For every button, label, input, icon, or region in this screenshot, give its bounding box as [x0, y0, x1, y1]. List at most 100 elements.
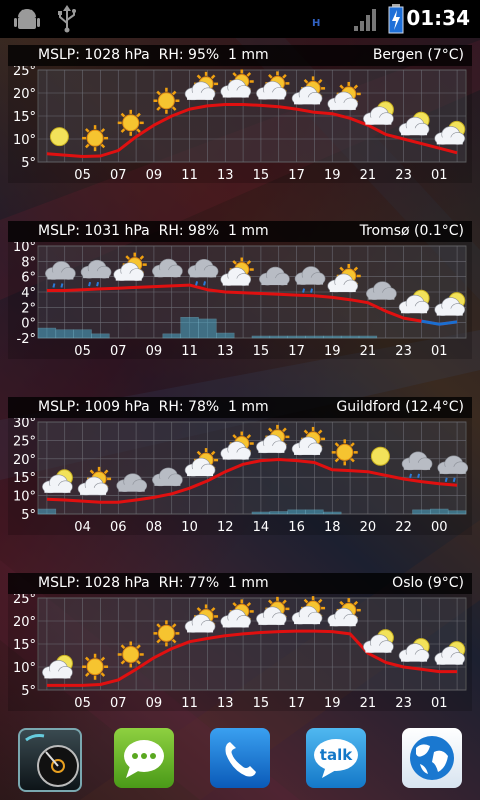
temperature-chart: 30° 25° 20° 15° 10° 5° 04 06 08 10 12 14 16 18 20 22 00 [13, 418, 469, 535]
precipitation-bar [269, 335, 288, 339]
temperature-chart: 25° 20° 15° 10° 5° 05 07 09 11 13 15 17 19 21 23 01 [13, 66, 467, 183]
precipitation-bar [37, 508, 57, 515]
location-label: Tromsø (0.1°C) [359, 223, 464, 239]
x-tick-label: 23 [395, 696, 412, 711]
x-tick-label: 07 [110, 168, 127, 183]
precipitation-bar [162, 333, 181, 339]
location-label: Bergen (7°C) [372, 47, 464, 63]
x-tick-label: 05 [74, 696, 91, 711]
y-tick-label: 30° [13, 418, 36, 431]
y-tick-label: -2° [17, 332, 36, 347]
x-tick-label: 01 [431, 696, 448, 711]
x-tick-label: 09 [146, 344, 163, 359]
moon-weather-icon [370, 446, 390, 466]
browser-app-icon[interactable] [402, 728, 462, 788]
x-tick-label: 06 [110, 520, 127, 535]
x-tick-label: 11 [181, 344, 198, 359]
x-tick-label: 00 [431, 520, 448, 535]
y-tick-label: 25° [13, 66, 36, 79]
x-tick-label: 14 [253, 520, 270, 535]
x-tick-label: 15 [253, 696, 270, 711]
x-tick-label: 21 [360, 344, 377, 359]
precipitation-bar [269, 511, 288, 515]
x-tick-label: 20 [360, 520, 377, 535]
weather-widget-oslo[interactable]: MSLP: 1028 hPa RH: 77% 1 mm Oslo (9°C) 2… [8, 573, 472, 711]
battery-charging-icon [388, 4, 404, 34]
y-tick-label: 20° [13, 615, 36, 630]
x-tick-label: 04 [74, 520, 91, 535]
plot-area [37, 421, 467, 515]
precipitation-bar [198, 318, 217, 339]
talk-app-icon[interactable]: talk [306, 728, 366, 788]
x-tick-label: 19 [324, 344, 341, 359]
precipitation-bar [412, 509, 431, 515]
x-tick-label: 15 [253, 168, 270, 183]
x-tick-label: 18 [324, 520, 341, 535]
weather-summary: MSLP: 1028 hPa RH: 95% 1 mm [38, 47, 269, 63]
precipitation-bar [91, 333, 110, 339]
temperature-chart: 25° 20° 15° 10° 5° 05 07 09 11 13 15 17 19 21 23 01 [13, 594, 467, 711]
sun-weather-icon [117, 109, 144, 136]
y-tick-label: 15° [13, 110, 36, 125]
x-tick-label: 19 [324, 168, 341, 183]
precipitation-bar [287, 509, 306, 515]
location-label: Guildford (12.4°C) [336, 399, 464, 415]
speech-bubble-icon [124, 740, 164, 778]
globe-icon [410, 736, 454, 780]
weather-widget-guildford[interactable]: MSLP: 1009 hPa RH: 78% 1 mm Guildford (1… [8, 397, 472, 535]
y-tick-label: 20° [13, 87, 36, 102]
y-tick-label: 10° [13, 661, 36, 676]
x-tick-label: 13 [217, 696, 234, 711]
android-debug-icon [14, 9, 40, 29]
phone-handset-icon [225, 742, 256, 777]
talk-label: talk [319, 746, 353, 764]
y-tick-label: 10° [13, 242, 36, 255]
precipitation-bar [287, 335, 306, 339]
y-tick-label: 2° [21, 301, 36, 316]
precipitation-bar [430, 508, 449, 515]
widget-header: MSLP: 1009 hPa RH: 78% 1 mm Guildford (1… [8, 397, 472, 418]
y-tick-label: 10° [13, 490, 36, 505]
x-tick-label: 08 [146, 520, 163, 535]
x-tick-label: 12 [217, 520, 234, 535]
x-tick-label: 13 [217, 168, 234, 183]
x-tick-label: 01 [431, 344, 448, 359]
x-tick-label: 17 [288, 696, 305, 711]
x-tick-label: 07 [110, 696, 127, 711]
precipitation-bar [305, 335, 324, 339]
weather-summary: MSLP: 1031 hPa RH: 98% 1 mm [38, 223, 269, 239]
clock-app-icon[interactable] [18, 728, 82, 792]
precipitation-bar [305, 509, 324, 515]
sun-weather-icon [82, 653, 109, 680]
precipitation-bar [216, 332, 235, 339]
precipitation-bar [73, 329, 92, 339]
x-tick-label: 07 [110, 344, 127, 359]
weather-widget-tromso[interactable]: MSLP: 1031 hPa RH: 98% 1 mm Tromsø (0.1°… [8, 221, 472, 359]
y-tick-label: 15° [13, 471, 36, 486]
weather-widget-bergen[interactable]: MSLP: 1028 hPa RH: 95% 1 mm Bergen (7°C)… [8, 45, 472, 183]
x-tick-label: 09 [146, 168, 163, 183]
weather-summary: MSLP: 1009 hPa RH: 78% 1 mm [38, 399, 269, 415]
messaging-app-icon[interactable] [114, 728, 174, 788]
y-tick-label: 10° [13, 133, 36, 148]
moon-weather-icon [49, 127, 69, 147]
y-tick-label: 6° [21, 271, 36, 286]
x-tick-label: 15 [253, 344, 270, 359]
y-tick-label: 5° [21, 508, 36, 523]
x-tick-label: 16 [288, 520, 305, 535]
widget-header: MSLP: 1028 hPa RH: 95% 1 mm Bergen (7°C) [8, 45, 472, 66]
x-tick-label: 21 [360, 696, 377, 711]
precipitation-bar [37, 327, 57, 339]
precipitation-bar [251, 335, 271, 339]
status-bar: H 01:34 [0, 0, 480, 38]
widget-header: MSLP: 1028 hPa RH: 77% 1 mm Oslo (9°C) [8, 573, 472, 594]
x-tick-label: 11 [181, 168, 198, 183]
x-tick-label: 22 [395, 520, 412, 535]
x-tick-label: 17 [288, 344, 305, 359]
y-tick-label: 5° [21, 684, 36, 699]
precipitation-bar [323, 511, 342, 515]
phone-app-icon[interactable] [210, 728, 270, 788]
precipitation-bar [323, 335, 342, 339]
x-tick-label: 01 [431, 168, 448, 183]
y-tick-label: 4° [21, 286, 36, 301]
